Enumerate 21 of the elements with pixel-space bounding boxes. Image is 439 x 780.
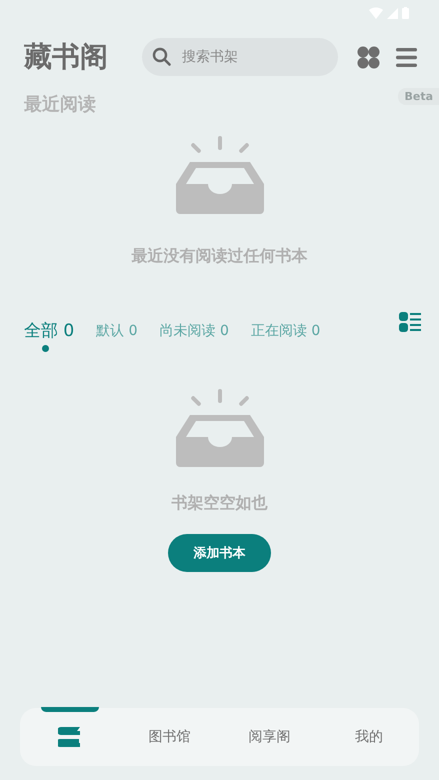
empty-tray-icon	[174, 136, 266, 214]
nav-tab[interactable]: 我的	[319, 708, 419, 766]
search-field[interactable]: 搜索书架	[142, 38, 338, 76]
empty-message: 最近没有阅读过任何书本	[132, 246, 308, 267]
search-icon	[152, 47, 172, 67]
beta-badge: Beta	[398, 88, 439, 104]
nav-tab[interactable]: 图书馆	[120, 708, 220, 766]
app-title: 藏书阁	[24, 39, 109, 75]
nav-tab[interactable]: 阅享阁	[220, 708, 320, 766]
list-view-icon[interactable]	[399, 312, 421, 332]
bookshelf-icon	[58, 727, 82, 747]
section-title: 最近阅读	[24, 93, 96, 116]
menu-icon[interactable]	[396, 48, 417, 66]
shelf-tab[interactable]: 尚未阅读 0	[160, 322, 229, 350]
shelf-tab[interactable]: 正在阅读 0	[250, 322, 320, 350]
empty-message: 书架空空如也	[172, 493, 268, 514]
empty-tray-icon	[174, 389, 266, 467]
grid-icon[interactable]	[357, 46, 380, 68]
shelf-tab[interactable]: 默认 0	[96, 322, 138, 350]
shelf-tab[interactable]: 全部 0	[24, 320, 74, 352]
add-book-button[interactable]: 添加书本	[168, 534, 271, 572]
